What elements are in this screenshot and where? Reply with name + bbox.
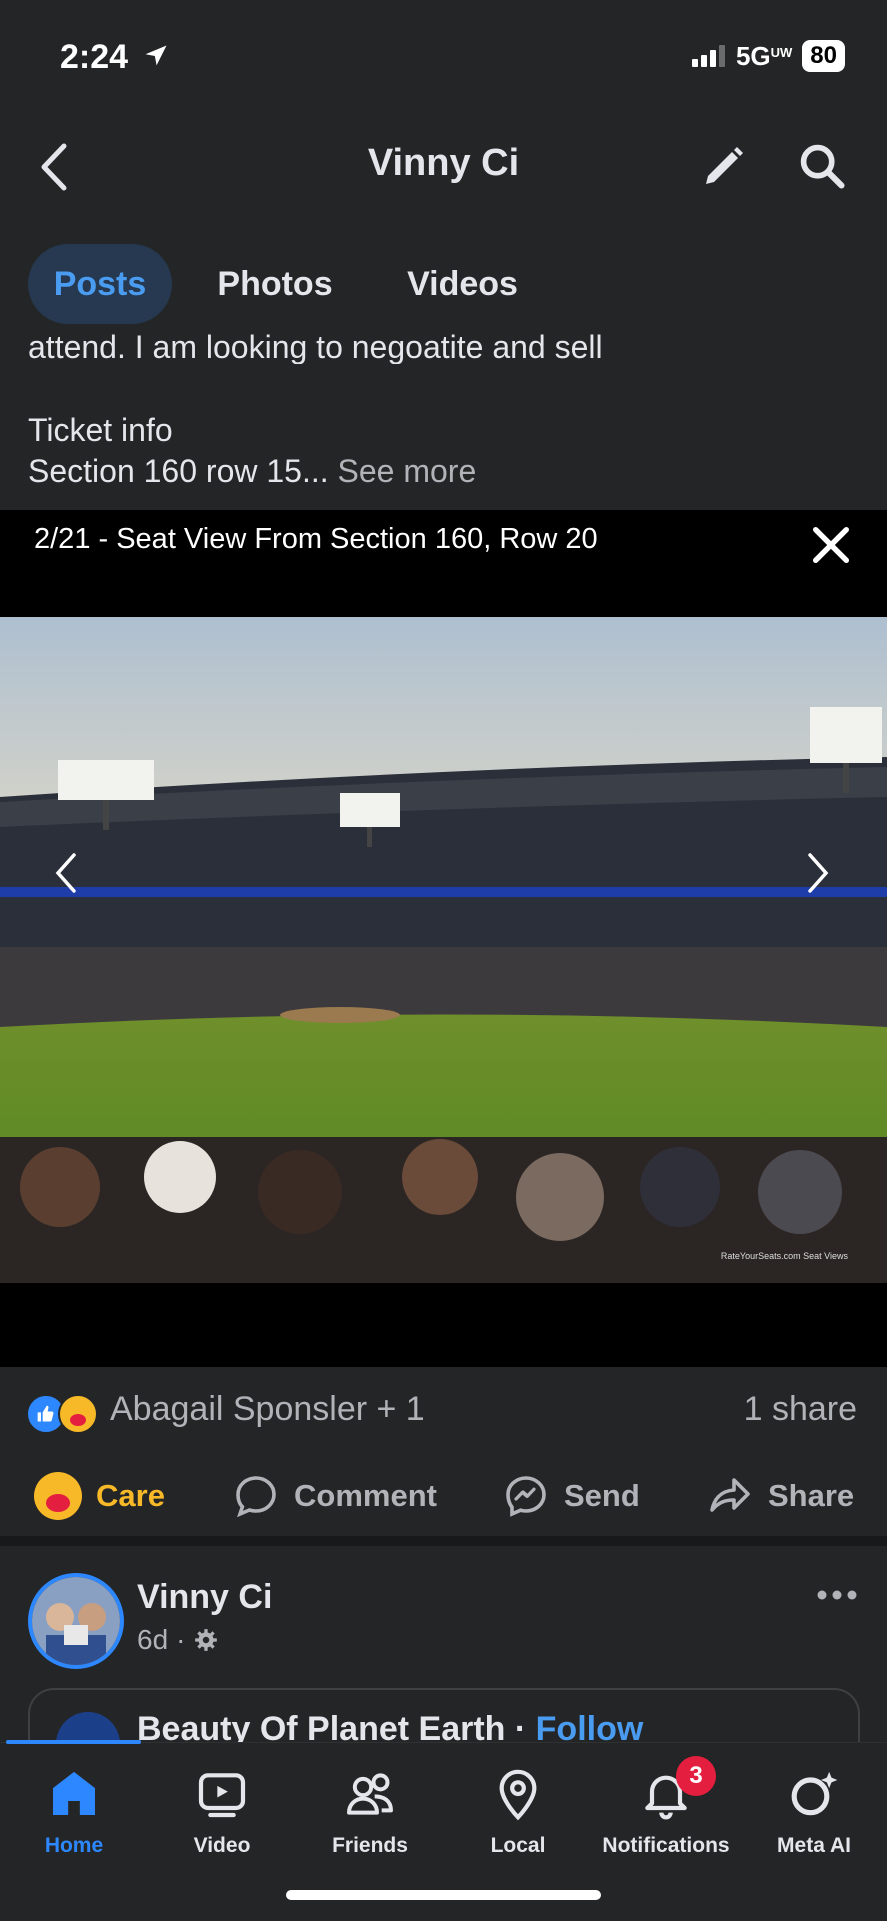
comment-icon xyxy=(236,1476,276,1518)
share-label: Share xyxy=(768,1478,855,1513)
post-author[interactable]: Vinny Ci xyxy=(137,1578,272,1617)
close-icon[interactable] xyxy=(808,522,854,568)
signal-icon xyxy=(691,45,725,67)
location-pin-icon xyxy=(499,1769,537,1821)
network-label: 5GUW xyxy=(735,40,793,71)
home-icon xyxy=(53,1771,95,1815)
tab-posts[interactable]: Posts xyxy=(28,244,172,324)
battery-indicator: 80 xyxy=(802,40,845,72)
meta-ai-icon xyxy=(791,1771,838,1816)
post-text-cutoff: attend. I am looking to negoatite and se… xyxy=(28,330,603,364)
photo-watermark: RateYourSeats.com Seat Views xyxy=(721,1251,849,1261)
send-label: Send xyxy=(564,1478,640,1513)
location-arrow-icon xyxy=(145,45,167,66)
reaction-names[interactable]: Abagail Sponsler + 1 xyxy=(110,1390,425,1429)
next-photo-icon[interactable] xyxy=(802,849,836,897)
care-button[interactable]: Care xyxy=(34,1468,165,1524)
see-more-link[interactable]: See more xyxy=(338,453,477,489)
send-button[interactable]: Send xyxy=(502,1468,640,1524)
home-indicator[interactable] xyxy=(286,1890,601,1900)
photo-caption: 2/21 - Seat View From Section 160, Row 2… xyxy=(34,523,598,555)
notification-badge: 3 xyxy=(676,1756,716,1796)
reaction-icons[interactable] xyxy=(26,1390,106,1434)
tab-videos[interactable]: Videos xyxy=(390,244,535,324)
care-reaction-icon xyxy=(58,1394,98,1434)
nav-friends[interactable]: Friends xyxy=(296,1766,444,1858)
tab-photos[interactable]: Photos xyxy=(200,244,350,324)
share-count[interactable]: 1 share xyxy=(744,1390,857,1429)
nav-notifications[interactable]: 3 Notifications xyxy=(592,1756,740,1858)
friends-icon xyxy=(347,1773,393,1815)
post-time: 6d xyxy=(137,1624,169,1655)
nav-video[interactable]: Video xyxy=(148,1766,296,1858)
ticket-info-detail: Section 160 row 15... See more xyxy=(28,453,477,489)
gear-icon xyxy=(195,1629,218,1651)
stadium-photo[interactable]: RateYourSeats.com Seat Views xyxy=(0,617,887,1283)
previous-photo-icon[interactable] xyxy=(48,849,82,897)
care-icon xyxy=(34,1472,82,1520)
share-icon xyxy=(710,1478,750,1512)
page-title: Vinny Ci xyxy=(367,142,520,184)
post-divider xyxy=(0,1536,887,1546)
video-icon xyxy=(198,1773,246,1818)
search-icon[interactable] xyxy=(796,140,848,192)
avatar[interactable] xyxy=(28,1573,124,1669)
nav-local[interactable]: Local xyxy=(444,1766,592,1858)
nav-meta-ai[interactable]: Meta AI xyxy=(740,1766,887,1858)
more-options-icon[interactable] xyxy=(816,1588,858,1602)
messenger-icon xyxy=(506,1476,546,1517)
ticket-info-label: Ticket info xyxy=(28,412,173,448)
photo-viewer-footer xyxy=(0,1283,887,1367)
status-time: 2:24 xyxy=(60,38,170,77)
care-label: Care xyxy=(96,1478,165,1513)
share-button[interactable]: Share xyxy=(706,1468,854,1524)
video-progress-line xyxy=(6,1740,141,1744)
nav-home[interactable]: Home xyxy=(0,1766,148,1858)
comment-button[interactable]: Comment xyxy=(232,1468,437,1524)
stadium-photo-graphic: RateYourSeats.com Seat Views xyxy=(0,617,887,1283)
post-meta: 6d · xyxy=(137,1624,219,1656)
edit-icon[interactable] xyxy=(700,142,748,190)
comment-label: Comment xyxy=(294,1478,437,1513)
status-indicators: 5GUW 80 xyxy=(691,40,845,72)
